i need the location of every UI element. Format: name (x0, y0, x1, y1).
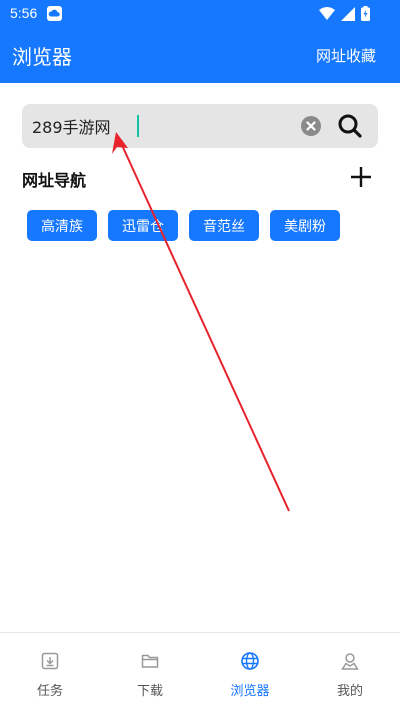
battery-icon (361, 6, 370, 25)
nav-chip-list: 高清族 迅雷仓 音范丝 美剧粉 (27, 210, 340, 241)
nav-chip[interactable]: 高清族 (27, 210, 97, 241)
download-box-icon (40, 651, 60, 671)
wifi-icon (319, 6, 335, 25)
nav-chip[interactable]: 迅雷仓 (108, 210, 178, 241)
url-nav-header: 网址导航 (22, 164, 378, 192)
nav-chip[interactable]: 美剧粉 (270, 210, 340, 241)
tab-browser[interactable]: 浏览器 (200, 633, 300, 711)
folder-icon (140, 651, 160, 671)
add-icon[interactable] (350, 166, 372, 188)
tab-downloads[interactable]: 下载 (100, 633, 200, 711)
status-bar: 5:56 (0, 0, 400, 27)
tab-label: 浏览器 (230, 684, 270, 699)
bookmarks-button[interactable]: 网址收藏 (316, 45, 376, 66)
app-bar: 浏览器 网址收藏 (0, 27, 400, 83)
tab-label: 下载 (136, 684, 163, 699)
tab-label: 我的 (336, 684, 363, 699)
person-icon (340, 651, 360, 671)
section-title: 网址导航 (22, 171, 87, 190)
page-title: 浏览器 (12, 45, 72, 69)
search-input[interactable] (32, 114, 292, 138)
cloud-app-icon (47, 6, 62, 21)
bottom-nav: 任务 下载 浏览器 我的 (0, 632, 400, 711)
search-bar (22, 104, 378, 148)
signal-icon (341, 6, 355, 25)
search-icon[interactable] (337, 113, 363, 139)
status-time: 5:56 (10, 5, 38, 21)
text-caret (137, 115, 139, 137)
tab-profile[interactable]: 我的 (300, 633, 400, 711)
clear-icon[interactable] (301, 116, 321, 136)
nav-chip[interactable]: 音范丝 (189, 210, 259, 241)
tab-tasks[interactable]: 任务 (0, 633, 100, 711)
globe-icon (240, 651, 260, 671)
tab-label: 任务 (36, 684, 63, 699)
